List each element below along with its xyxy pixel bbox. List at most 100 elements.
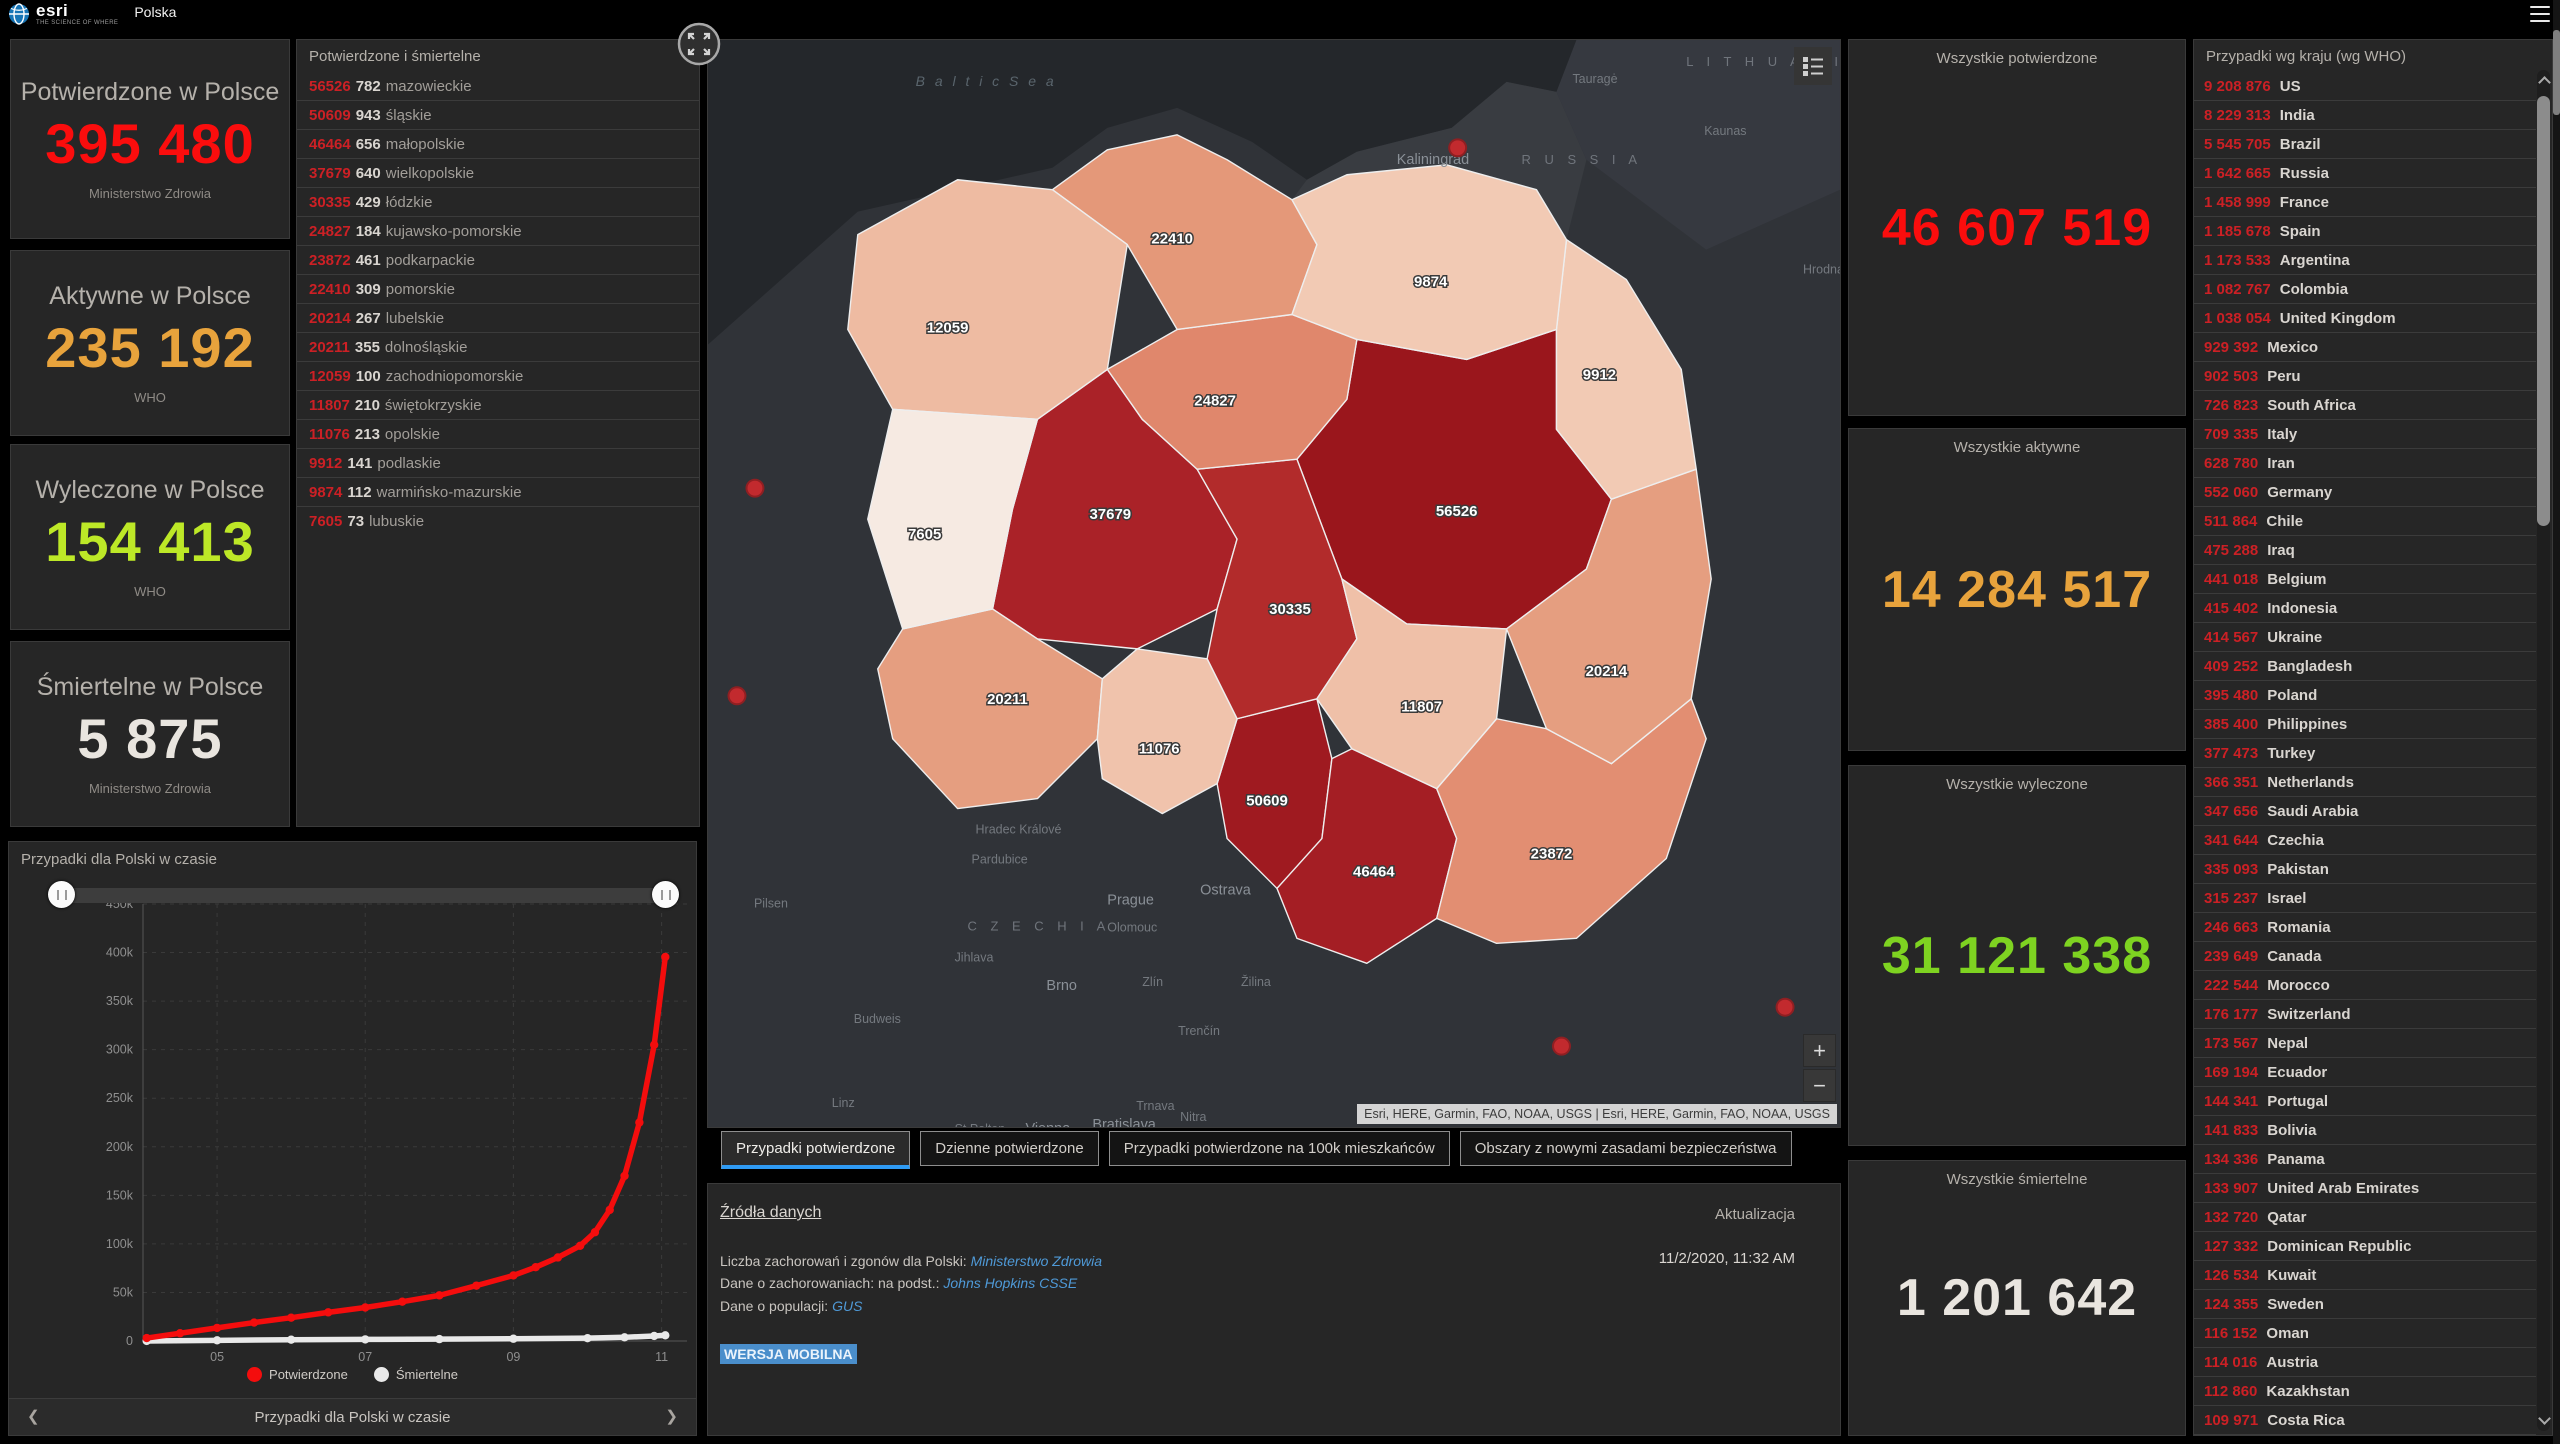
list-item[interactable]: 144 341 Portugal [2194, 1086, 2536, 1115]
legend-item[interactable]: Śmiertelne [373, 1367, 458, 1382]
list-item[interactable]: 134 336 Panama [2194, 1144, 2536, 1173]
list-item[interactable]: 335 093 Pakistan [2194, 854, 2536, 883]
list-item[interactable]: 8 229 313 India [2194, 100, 2536, 129]
list-item[interactable]: 709 335 Italy [2194, 419, 2536, 448]
list-item[interactable]: 173 567 Nepal [2194, 1028, 2536, 1057]
list-item[interactable]: 1 038 054 United Kingdom [2194, 303, 2536, 332]
list-item[interactable]: 37679 640 wielkopolskie [297, 158, 699, 187]
case-marker[interactable] [727, 686, 747, 706]
list-item[interactable]: 341 644 Czechia [2194, 825, 2536, 854]
chevron-left-icon[interactable]: ❮ [27, 1407, 40, 1425]
source-link[interactable]: GUS [832, 1298, 862, 1314]
list-item[interactable]: 366 351 Netherlands [2194, 767, 2536, 796]
map-region[interactable] [1291, 164, 1568, 361]
list-item[interactable]: 12059 100 zachodniopomorskie [297, 361, 699, 390]
poland-choropleth-map[interactable]: 56526 50609 46464 37679 30335 24827 23872 22410… [708, 40, 1840, 1127]
list-item[interactable]: 112 860 Kazakhstan [2194, 1376, 2536, 1405]
list-item[interactable]: 176 177 Switzerland [2194, 999, 2536, 1028]
map-panel[interactable]: 56526 50609 46464 37679 30335 24827 23872 22410… [707, 39, 1841, 1128]
list-item[interactable]: 414 567 Ukraine [2194, 622, 2536, 651]
list-item[interactable]: 116 152 Oman [2194, 1318, 2536, 1347]
expand-icon[interactable] [676, 21, 722, 67]
list-item[interactable]: 1 185 678 Spain [2194, 216, 2536, 245]
list-item[interactable]: 1 642 665 Russia [2194, 158, 2536, 187]
list-item[interactable]: 552 060 Germany [2194, 477, 2536, 506]
list-item[interactable]: 30335 429 łódzkie [297, 187, 699, 216]
list-item[interactable]: 315 237 Israel [2194, 883, 2536, 912]
list-item[interactable]: 239 649 Canada [2194, 941, 2536, 970]
list-item[interactable]: 246 663 Romania [2194, 912, 2536, 941]
list-item[interactable]: 22410 309 pomorskie [297, 274, 699, 303]
list-item[interactable]: 628 780 Iran [2194, 448, 2536, 477]
list-item[interactable]: 126 534 Kuwait [2194, 1260, 2536, 1289]
list-item[interactable]: 511 864 Chile [2194, 506, 2536, 535]
list-item[interactable]: 347 656 Saudi Arabia [2194, 796, 2536, 825]
list-item[interactable]: 46464 656 małopolskie [297, 129, 699, 158]
list-item[interactable]: 9 208 876 US [2194, 72, 2536, 100]
list-item[interactable]: 1 082 767 Colombia [2194, 274, 2536, 303]
page-scrollbar[interactable] [2553, 0, 2560, 1444]
source-link[interactable]: Ministerstwo Zdrowia [971, 1253, 1102, 1269]
list-item[interactable]: 132 720 Qatar [2194, 1202, 2536, 1231]
list-item[interactable]: 222 544 Morocco [2194, 970, 2536, 999]
map-tab[interactable]: Przypadki potwierdzone [721, 1131, 911, 1169]
slider-handle-left[interactable] [48, 881, 75, 908]
list-item[interactable]: 902 503 Peru [2194, 361, 2536, 390]
list-item[interactable]: 20214 267 lubelskie [297, 303, 699, 332]
layer-list-icon[interactable] [1794, 47, 1832, 85]
list-item[interactable]: 1 458 999 France [2194, 187, 2536, 216]
time-range-slider[interactable] [48, 881, 679, 908]
list-item[interactable]: 169 194 Ecuador [2194, 1057, 2536, 1086]
list-item[interactable]: 141 833 Bolivia [2194, 1115, 2536, 1144]
list-item[interactable]: 5 545 705 Brazil [2194, 129, 2536, 158]
chevron-up-icon[interactable] [2537, 76, 2551, 89]
list-item[interactable]: 24827 184 kujawsko-pomorskie [297, 216, 699, 245]
page-scrollbar-thumb[interactable] [2553, 30, 2560, 115]
mobile-version-link[interactable]: WERSJA MOBILNA [720, 1344, 857, 1364]
list-item[interactable]: 11807 210 świętokrzyskie [297, 390, 699, 419]
list-item[interactable]: 441 018 Belgium [2194, 564, 2536, 593]
list-item[interactable]: 9912 141 podlaskie [297, 448, 699, 477]
list-item[interactable]: 929 392 Mexico [2194, 332, 2536, 361]
legend-item[interactable]: Potwierdzone [247, 1367, 348, 1382]
country-list-scrollbar[interactable] [2537, 70, 2551, 1431]
list-item[interactable]: 109 971 Costa Rica [2194, 1405, 2536, 1434]
list-item[interactable]: 726 823 South Africa [2194, 390, 2536, 419]
map-tab[interactable]: Obszary z nowymi zasadami bezpieczeństwa [1459, 1131, 1792, 1166]
list-item[interactable]: 108 104 Guatemala [2194, 1434, 2536, 1435]
list-item[interactable]: 409 252 Bangladesh [2194, 651, 2536, 680]
case-marker[interactable] [1448, 138, 1468, 158]
slider-handle-right[interactable] [652, 881, 679, 908]
list-item[interactable]: 114 016 Austria [2194, 1347, 2536, 1376]
list-item[interactable]: 50609 943 śląskie [297, 100, 699, 129]
list-item[interactable]: 127 332 Dominican Republic [2194, 1231, 2536, 1260]
list-item[interactable]: 23872 461 podkarpackie [297, 245, 699, 274]
list-item[interactable]: 124 355 Sweden [2194, 1289, 2536, 1318]
map-region[interactable] [847, 179, 1128, 421]
menu-icon[interactable] [2530, 6, 2550, 22]
esri-logo[interactable]: esri THE SCIENCE OF WHERE Polska [8, 2, 176, 26]
list-item[interactable]: 475 288 Iraq [2194, 535, 2536, 564]
list-item[interactable]: 20211 355 dolnośląskie [297, 332, 699, 361]
case-marker[interactable] [1551, 1036, 1571, 1056]
list-item[interactable]: 1 173 533 Argentina [2194, 245, 2536, 274]
list-item[interactable]: 9874 112 warmińsko-mazurskie [297, 477, 699, 506]
case-marker[interactable] [1775, 997, 1795, 1017]
list-item[interactable]: 377 473 Turkey [2194, 738, 2536, 767]
list-item[interactable]: 415 402 Indonesia [2194, 593, 2536, 622]
zoom-out-button[interactable]: − [1803, 1069, 1836, 1102]
list-item[interactable]: 133 907 United Arab Emirates [2194, 1173, 2536, 1202]
list-item[interactable]: 395 480 Poland [2194, 680, 2536, 709]
list-item[interactable]: 11076 213 opolskie [297, 419, 699, 448]
list-item[interactable]: 7605 73 lubuskie [297, 506, 699, 535]
chevron-down-icon[interactable] [2537, 1412, 2551, 1425]
source-link[interactable]: Johns Hopkins CSSE [943, 1275, 1077, 1291]
map-tab[interactable]: Dzienne potwierdzone [920, 1131, 1099, 1166]
zoom-in-button[interactable]: + [1803, 1034, 1836, 1067]
case-marker[interactable] [745, 478, 765, 498]
list-item[interactable]: 56526 782 mazowieckie [297, 72, 699, 100]
list-item[interactable]: 385 400 Philippines [2194, 709, 2536, 738]
map-tab[interactable]: Przypadki potwierdzone na 100k mieszkańc… [1108, 1131, 1450, 1166]
chevron-right-icon[interactable]: ❯ [665, 1407, 678, 1425]
scrollbar-thumb[interactable] [2537, 96, 2550, 526]
